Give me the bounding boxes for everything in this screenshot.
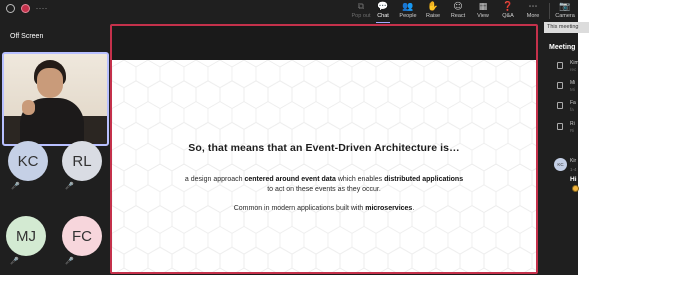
mic-muted-icon: 🎤 [65, 257, 74, 265]
off-screen-heading: Off Screen [10, 33, 44, 40]
message-sender: Kir [570, 158, 577, 164]
people-button[interactable]: 👥 People [395, 2, 421, 20]
more-icon: ⋯ [528, 2, 538, 12]
participant-avatar-rl[interactable]: RL [62, 141, 102, 181]
meeting-toolbar: ---- ⧉ Pop out 💬 Chat 👥 People ✋ Raise ☺… [0, 0, 578, 23]
participant-avatar-kc[interactable]: KC [8, 141, 48, 181]
chat-button[interactable]: 💬 Chat [370, 2, 396, 23]
reaction-icon[interactable] [572, 185, 579, 192]
people-icon: 👥 [402, 2, 414, 12]
meeting-status: ---- [6, 4, 48, 13]
message-timestamp: 1-4 [570, 167, 577, 172]
content-share-border [110, 24, 538, 274]
message-text: Hi [570, 176, 577, 183]
mic-muted-icon: 🎤 [65, 182, 74, 190]
participant-avatar-fc[interactable]: FC [62, 216, 102, 256]
document-icon [557, 62, 563, 69]
camera-button[interactable]: 📷 Camera [552, 2, 578, 20]
avatar: KC [554, 158, 567, 171]
view-button[interactable]: ▦ View [470, 2, 496, 20]
document-icon [557, 82, 563, 89]
presenter-video-tile[interactable] [2, 52, 109, 146]
raise-hand-button[interactable]: ✋ Raise [420, 2, 446, 20]
toolbar-divider [549, 3, 550, 19]
shield-icon[interactable] [6, 4, 15, 13]
participant-avatar-mj[interactable]: MJ [6, 216, 46, 256]
view-icon: ▦ [478, 2, 488, 12]
qna-button[interactable]: ❓ Q&A [495, 2, 521, 20]
qna-icon: ❓ [502, 2, 514, 12]
react-icon: ☺ [453, 2, 463, 12]
recording-icon [21, 4, 30, 13]
tooltip: This meeting [544, 22, 589, 33]
mic-muted-icon: 🎤 [11, 182, 20, 190]
document-icon [557, 102, 563, 109]
react-button[interactable]: ☺ React [445, 2, 471, 20]
chat-icon: 💬 [377, 2, 389, 12]
camera-icon: 📷 [559, 2, 571, 12]
raise-hand-icon: ✋ [427, 2, 439, 12]
meeting-timer: ---- [36, 5, 48, 12]
chat-panel-heading: Meeting [549, 44, 576, 51]
document-icon [557, 123, 563, 130]
mic-muted-icon: 🎤 [10, 257, 19, 265]
more-button[interactable]: ⋯ More [520, 2, 546, 20]
